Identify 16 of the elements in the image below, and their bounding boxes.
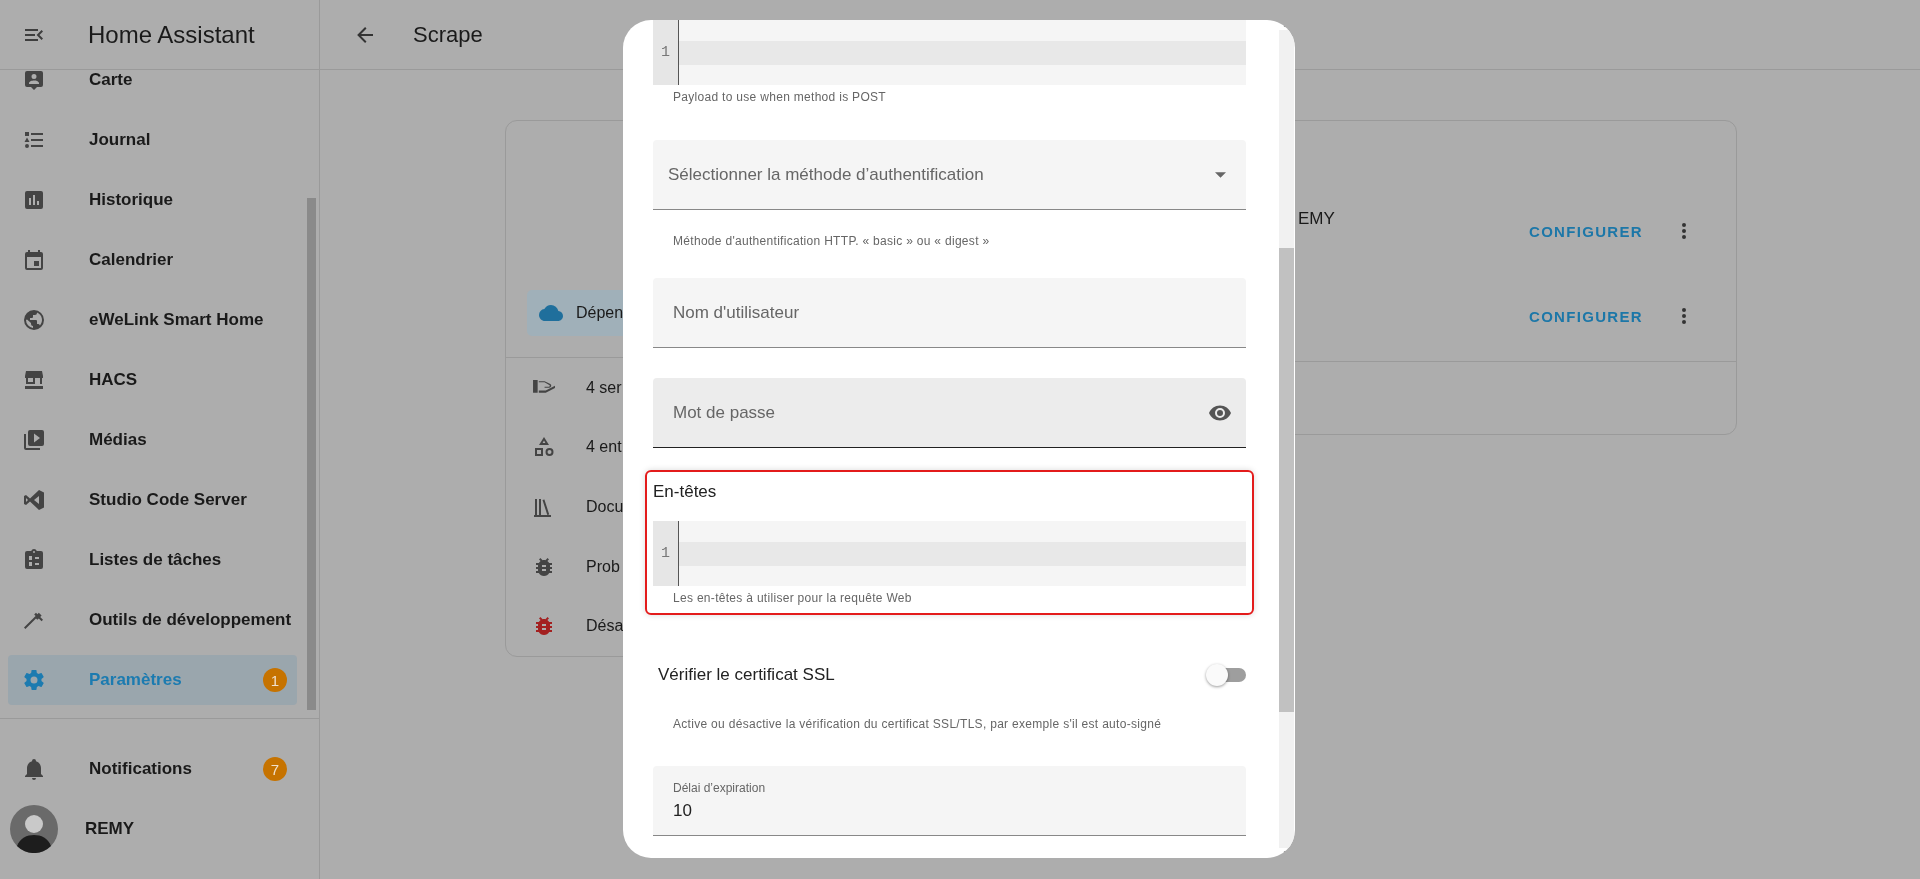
helper-text: Méthode d'authentification HTTP. « basic » ou « digest » xyxy=(672,233,991,249)
helper-text: Payload to use when method is POST xyxy=(672,89,887,105)
entry-title: EMY xyxy=(1298,209,1336,229)
helper-text: Active ou désactive la vérification du certificat SSL/TLS, par exemple s'il est auto-signé xyxy=(672,716,1163,732)
count-badge: 1 xyxy=(263,668,287,692)
switch-label: Vérifier le certificat SSL xyxy=(658,665,835,685)
app-title: Home Assistant xyxy=(88,20,255,49)
field-value: 10 xyxy=(673,800,692,821)
chip-label: Dépen xyxy=(576,303,624,322)
line-number: 1 xyxy=(661,43,670,63)
field-label: En-têtes xyxy=(653,481,718,503)
line-number: 1 xyxy=(661,544,670,564)
page-title: Scrape xyxy=(413,21,483,48)
field-label: Délai d’expiration xyxy=(673,780,766,795)
helper-text: Les en-têtes à utiliser pour la requête Web xyxy=(672,590,913,606)
count-badge: 7 xyxy=(263,757,287,781)
